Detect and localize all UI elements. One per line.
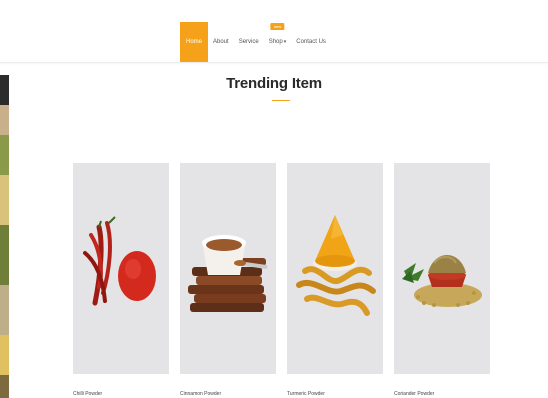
nav-item-service[interactable]: Service	[234, 22, 264, 62]
chilli-powder-image	[83, 216, 156, 306]
site-header: Home About Service new Shop ▾ Contact Us	[0, 22, 548, 63]
coriander-powder-image	[402, 255, 482, 307]
product-name[interactable]: Coriander Powder	[394, 391, 434, 397]
product-card-cinnamon[interactable]	[180, 163, 276, 374]
nav-item-home[interactable]: Home	[180, 22, 208, 62]
product-name[interactable]: Cinnamon Powder	[180, 391, 221, 397]
hero-image-edge	[0, 75, 9, 398]
product-name[interactable]: Chilli Powder	[73, 391, 102, 397]
nav-item-shop[interactable]: new Shop ▾	[264, 22, 292, 62]
cinnamon-powder-image	[188, 235, 268, 312]
title-underline	[272, 100, 290, 101]
turmeric-powder-image	[296, 215, 376, 316]
chevron-down-icon: ▾	[283, 39, 287, 45]
product-card-chilli[interactable]	[73, 163, 169, 374]
main-nav: Home About Service new Shop ▾ Contact Us	[180, 22, 331, 62]
product-name[interactable]: Turmeric Powder	[287, 391, 325, 397]
section-title: Trending Item	[226, 75, 322, 92]
product-card-coriander[interactable]	[394, 163, 490, 374]
nav-item-shop-label: Shop	[268, 39, 283, 45]
nav-item-about[interactable]: About	[208, 22, 234, 62]
shop-new-badge: new	[270, 23, 285, 30]
product-card-turmeric[interactable]	[287, 163, 383, 374]
nav-item-contact[interactable]: Contact Us	[291, 22, 331, 62]
